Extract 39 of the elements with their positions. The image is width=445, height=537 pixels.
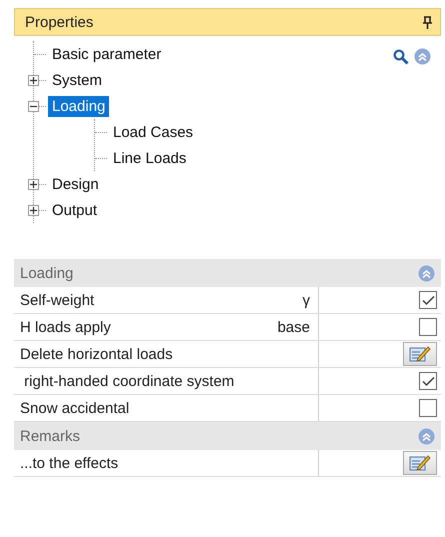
panel-title: Properties <box>25 14 94 30</box>
tree-item[interactable]: Design <box>48 174 103 194</box>
plus-icon <box>30 76 37 84</box>
plus-icon <box>30 206 37 214</box>
checkbox[interactable] <box>419 318 437 336</box>
checkbox[interactable] <box>419 399 437 417</box>
check-icon <box>422 294 434 306</box>
edit-icon <box>409 454 431 472</box>
expand-toggle[interactable] <box>28 178 39 190</box>
tree-item[interactable]: Load Cases <box>109 122 198 142</box>
expand-toggle[interactable] <box>28 204 39 216</box>
section-title: Loading <box>20 264 74 282</box>
tree-item[interactable]: Line Loads <box>109 148 190 168</box>
tree-item[interactable]: Loading <box>48 96 110 116</box>
checkbox[interactable] <box>419 291 437 309</box>
edit-button[interactable] <box>403 451 437 475</box>
property-unit: base <box>277 318 310 336</box>
pin-icon[interactable] <box>423 16 432 28</box>
property-label: ...to the effects <box>20 454 118 472</box>
property-unit: γ <box>302 292 310 308</box>
edit-button[interactable] <box>403 342 437 366</box>
tree-item[interactable]: Basic parameter <box>48 44 166 64</box>
property-label: right-handed coordinate system <box>23 372 234 390</box>
section-header[interactable]: Remarks <box>14 422 441 450</box>
collapse-toggle[interactable] <box>28 100 39 112</box>
property-label: Self-weight <box>20 292 94 308</box>
checkbox[interactable] <box>419 372 437 390</box>
search-icon[interactable] <box>393 48 409 64</box>
property-label: Snow accidental <box>20 400 130 416</box>
section-title: Remarks <box>20 428 80 444</box>
tree-item[interactable]: System <box>48 70 106 90</box>
edit-icon <box>409 345 431 363</box>
tree-item[interactable]: Output <box>48 200 102 220</box>
plus-icon <box>30 180 37 188</box>
property-label: Delete horizontal loads <box>20 346 173 362</box>
check-icon <box>422 376 434 386</box>
property-label: H loads apply <box>20 318 111 336</box>
section-header[interactable]: Loading <box>14 259 441 287</box>
expand-toggle[interactable] <box>28 74 39 86</box>
